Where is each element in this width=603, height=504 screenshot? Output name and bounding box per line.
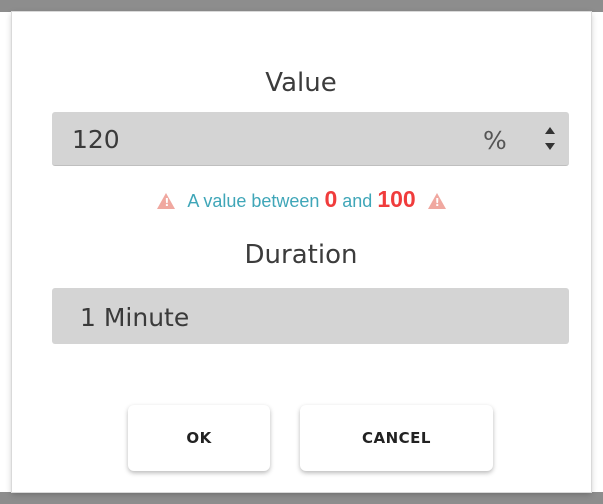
duration-select[interactable]: 1 Minute (52, 288, 569, 344)
warning-icon: ! (427, 193, 446, 209)
ok-button[interactable]: OK (128, 405, 270, 471)
value-label: Value (265, 68, 337, 98)
duration-value: 1 Minute (80, 303, 190, 332)
value-field: % (52, 112, 569, 166)
value-duration-dialog: Value % ! A value between 0 and 100! Dura… (12, 12, 591, 492)
stepper-up-icon[interactable] (545, 127, 555, 134)
value-input[interactable] (72, 112, 492, 166)
warning-icon: ! (157, 193, 176, 209)
hint-connector: and (342, 191, 373, 211)
stepper-down-icon[interactable] (545, 143, 555, 150)
unit-label: % (483, 126, 507, 155)
cancel-button[interactable]: CANCEL (300, 405, 493, 471)
value-stepper[interactable] (541, 120, 563, 158)
backdrop-top (0, 0, 603, 12)
hint-max: 100 (377, 186, 416, 212)
hint-min: 0 (324, 186, 338, 212)
duration-label: Duration (244, 240, 358, 270)
backdrop-bottom (0, 492, 603, 504)
range-hint: ! A value between 0 and 100! (12, 186, 591, 213)
hint-prefix: A value between (187, 191, 320, 211)
